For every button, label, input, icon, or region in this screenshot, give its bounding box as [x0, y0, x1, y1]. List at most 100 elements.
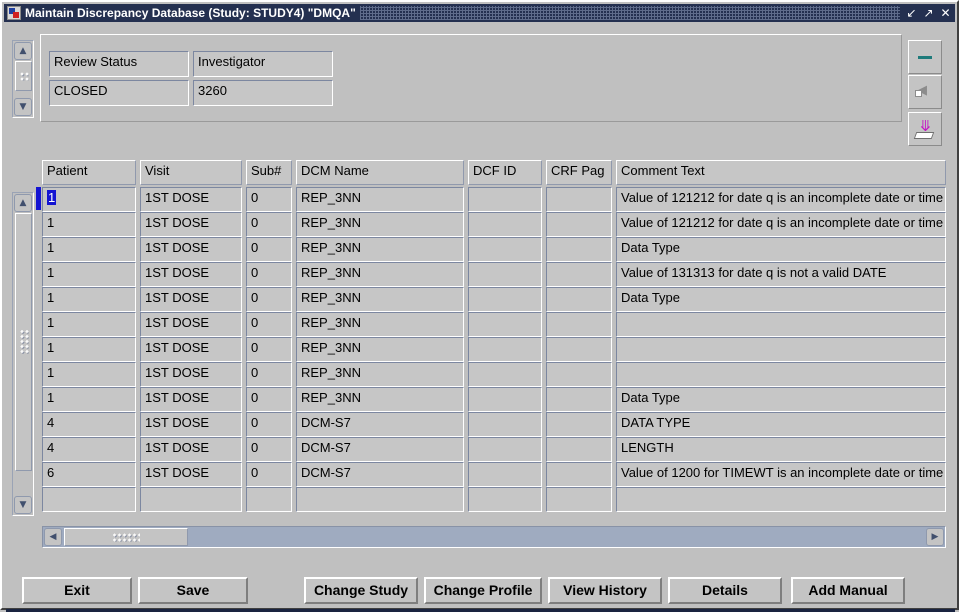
cell-dcf-id[interactable] [468, 362, 542, 387]
cell-patient[interactable]: 6 [42, 462, 136, 487]
cell-crf-page[interactable] [546, 337, 612, 362]
grid-horizontal-scrollbar[interactable]: ◀ ▶ [42, 526, 946, 548]
hscroll-right-arrow[interactable]: ▶ [926, 528, 944, 546]
cell-crf-page[interactable] [546, 287, 612, 312]
cell-visit[interactable]: 1ST DOSE [140, 237, 242, 262]
details-button[interactable]: Details [668, 577, 782, 604]
table-row[interactable] [42, 487, 946, 512]
investigator-field[interactable]: 3260 [193, 80, 333, 106]
cell-patient[interactable] [42, 487, 136, 512]
cell-dcm-name[interactable]: REP_3NN [296, 387, 464, 412]
cell-sub[interactable]: 0 [246, 462, 292, 487]
cell-dcm-name[interactable]: DCM-S7 [296, 412, 464, 437]
table-row[interactable]: 4 1ST DOSE 0 DCM-S7 LENGTH [42, 437, 946, 462]
column-header-dcf-id[interactable]: DCF ID [468, 160, 542, 185]
cell-dcf-id[interactable] [468, 412, 542, 437]
cell-sub[interactable]: 0 [246, 362, 292, 387]
minimize-icon[interactable]: ↙ [904, 6, 919, 21]
cell-visit[interactable]: 1ST DOSE [140, 262, 242, 287]
change-profile-button[interactable]: Change Profile [424, 577, 542, 604]
column-header-crf-page[interactable]: CRF Pag [546, 160, 612, 185]
cell-crf-page[interactable] [546, 312, 612, 337]
collapse-button[interactable] [908, 75, 942, 109]
cell-patient[interactable]: 4 [42, 437, 136, 462]
cell-sub[interactable]: 0 [246, 412, 292, 437]
table-row[interactable]: 1 1ST DOSE 0 REP_3NN [42, 337, 946, 362]
cell-comment-text[interactable]: LENGTH [616, 437, 946, 462]
cell-dcm-name[interactable]: REP_3NN [296, 362, 464, 387]
cell-comment-text[interactable] [616, 362, 946, 387]
cell-dcf-id[interactable] [468, 287, 542, 312]
cell-comment-text[interactable] [616, 337, 946, 362]
cell-comment-text[interactable]: Value of 131313 for date q is not a vali… [616, 262, 946, 287]
cell-dcm-name[interactable] [296, 487, 464, 512]
header-scroll-thumb[interactable] [15, 61, 32, 91]
cell-crf-page[interactable] [546, 437, 612, 462]
column-header-comment-text[interactable]: Comment Text [616, 160, 946, 185]
cell-crf-page[interactable] [546, 362, 612, 387]
cell-patient[interactable]: 1 [42, 312, 136, 337]
cell-visit[interactable]: 1ST DOSE [140, 287, 242, 312]
cell-sub[interactable] [246, 487, 292, 512]
table-row[interactable]: 1 1ST DOSE 0 REP_3NN Data Type [42, 387, 946, 412]
cell-crf-page[interactable] [546, 462, 612, 487]
cell-dcf-id[interactable] [468, 312, 542, 337]
cell-sub[interactable]: 0 [246, 437, 292, 462]
cell-crf-page[interactable] [546, 237, 612, 262]
cell-visit[interactable]: 1ST DOSE [140, 312, 242, 337]
cell-dcf-id[interactable] [468, 437, 542, 462]
cell-sub[interactable]: 0 [246, 262, 292, 287]
table-row[interactable]: 4 1ST DOSE 0 DCM-S7 DATA TYPE [42, 412, 946, 437]
cell-visit[interactable]: 1ST DOSE [140, 462, 242, 487]
cell-visit[interactable] [140, 487, 242, 512]
cell-patient[interactable]: 1 [42, 287, 136, 312]
cell-visit[interactable]: 1ST DOSE [140, 412, 242, 437]
cell-dcm-name[interactable]: REP_3NN [296, 287, 464, 312]
cell-crf-page[interactable] [546, 487, 612, 512]
cell-dcm-name[interactable]: REP_3NN [296, 337, 464, 362]
close-icon[interactable]: ✕ [938, 6, 953, 21]
maximize-icon[interactable]: ↗ [921, 6, 936, 21]
table-row[interactable]: 1 1ST DOSE 0 REP_3NN Value of 131313 for dat… [42, 262, 946, 287]
cell-visit[interactable]: 1ST DOSE [140, 187, 242, 212]
cell-comment-text[interactable]: Data Type [616, 237, 946, 262]
cell-dcf-id[interactable] [468, 387, 542, 412]
cell-comment-text[interactable]: Data Type [616, 287, 946, 312]
table-row[interactable]: 1 1ST DOSE 0 REP_3NN Value of 121212 for dat… [36, 187, 946, 212]
cell-crf-page[interactable] [546, 412, 612, 437]
cell-crf-page[interactable] [546, 187, 612, 212]
review-status-field[interactable]: CLOSED [49, 80, 189, 106]
column-header-visit[interactable]: Visit [140, 160, 242, 185]
cell-dcf-id[interactable] [468, 212, 542, 237]
header-scroll-down-arrow[interactable]: ▼ [14, 98, 32, 116]
header-scrollbar[interactable]: ▲ ▼ [12, 40, 34, 118]
cell-dcf-id[interactable] [468, 337, 542, 362]
title-bar[interactable]: Maintain Discrepancy Database (Study: ST… [4, 4, 955, 22]
download-button[interactable]: ⤋ [908, 112, 942, 146]
cell-dcm-name[interactable]: DCM-S7 [296, 462, 464, 487]
cell-comment-text[interactable]: Value of 1200 for TIMEWT is an incomplet… [616, 462, 946, 487]
cell-crf-page[interactable] [546, 387, 612, 412]
cell-sub[interactable]: 0 [246, 212, 292, 237]
cell-sub[interactable]: 0 [246, 287, 292, 312]
cell-visit[interactable]: 1ST DOSE [140, 362, 242, 387]
minus-button[interactable] [908, 40, 942, 74]
cell-sub[interactable]: 0 [246, 237, 292, 262]
cell-dcm-name[interactable]: REP_3NN [296, 212, 464, 237]
grid-scroll-thumb[interactable] [15, 213, 32, 471]
grid-scroll-up-arrow[interactable]: ▲ [14, 194, 32, 212]
cell-sub[interactable]: 0 [246, 337, 292, 362]
cell-visit[interactable]: 1ST DOSE [140, 437, 242, 462]
cell-comment-text[interactable]: DATA TYPE [616, 412, 946, 437]
add-manual-button[interactable]: Add Manual [791, 577, 905, 604]
cell-patient[interactable]: 1 [42, 212, 136, 237]
cell-patient[interactable]: 4 [42, 412, 136, 437]
cell-dcm-name[interactable]: REP_3NN [296, 312, 464, 337]
hscroll-left-arrow[interactable]: ◀ [44, 528, 62, 546]
change-study-button[interactable]: Change Study [304, 577, 418, 604]
table-row[interactable]: 1 1ST DOSE 0 REP_3NN [42, 362, 946, 387]
cell-dcm-name[interactable]: REP_3NN [296, 262, 464, 287]
grid-vertical-scrollbar[interactable]: ▲ ▼ [12, 192, 34, 516]
cell-comment-text[interactable]: Data Type [616, 387, 946, 412]
cell-sub[interactable]: 0 [246, 187, 292, 212]
